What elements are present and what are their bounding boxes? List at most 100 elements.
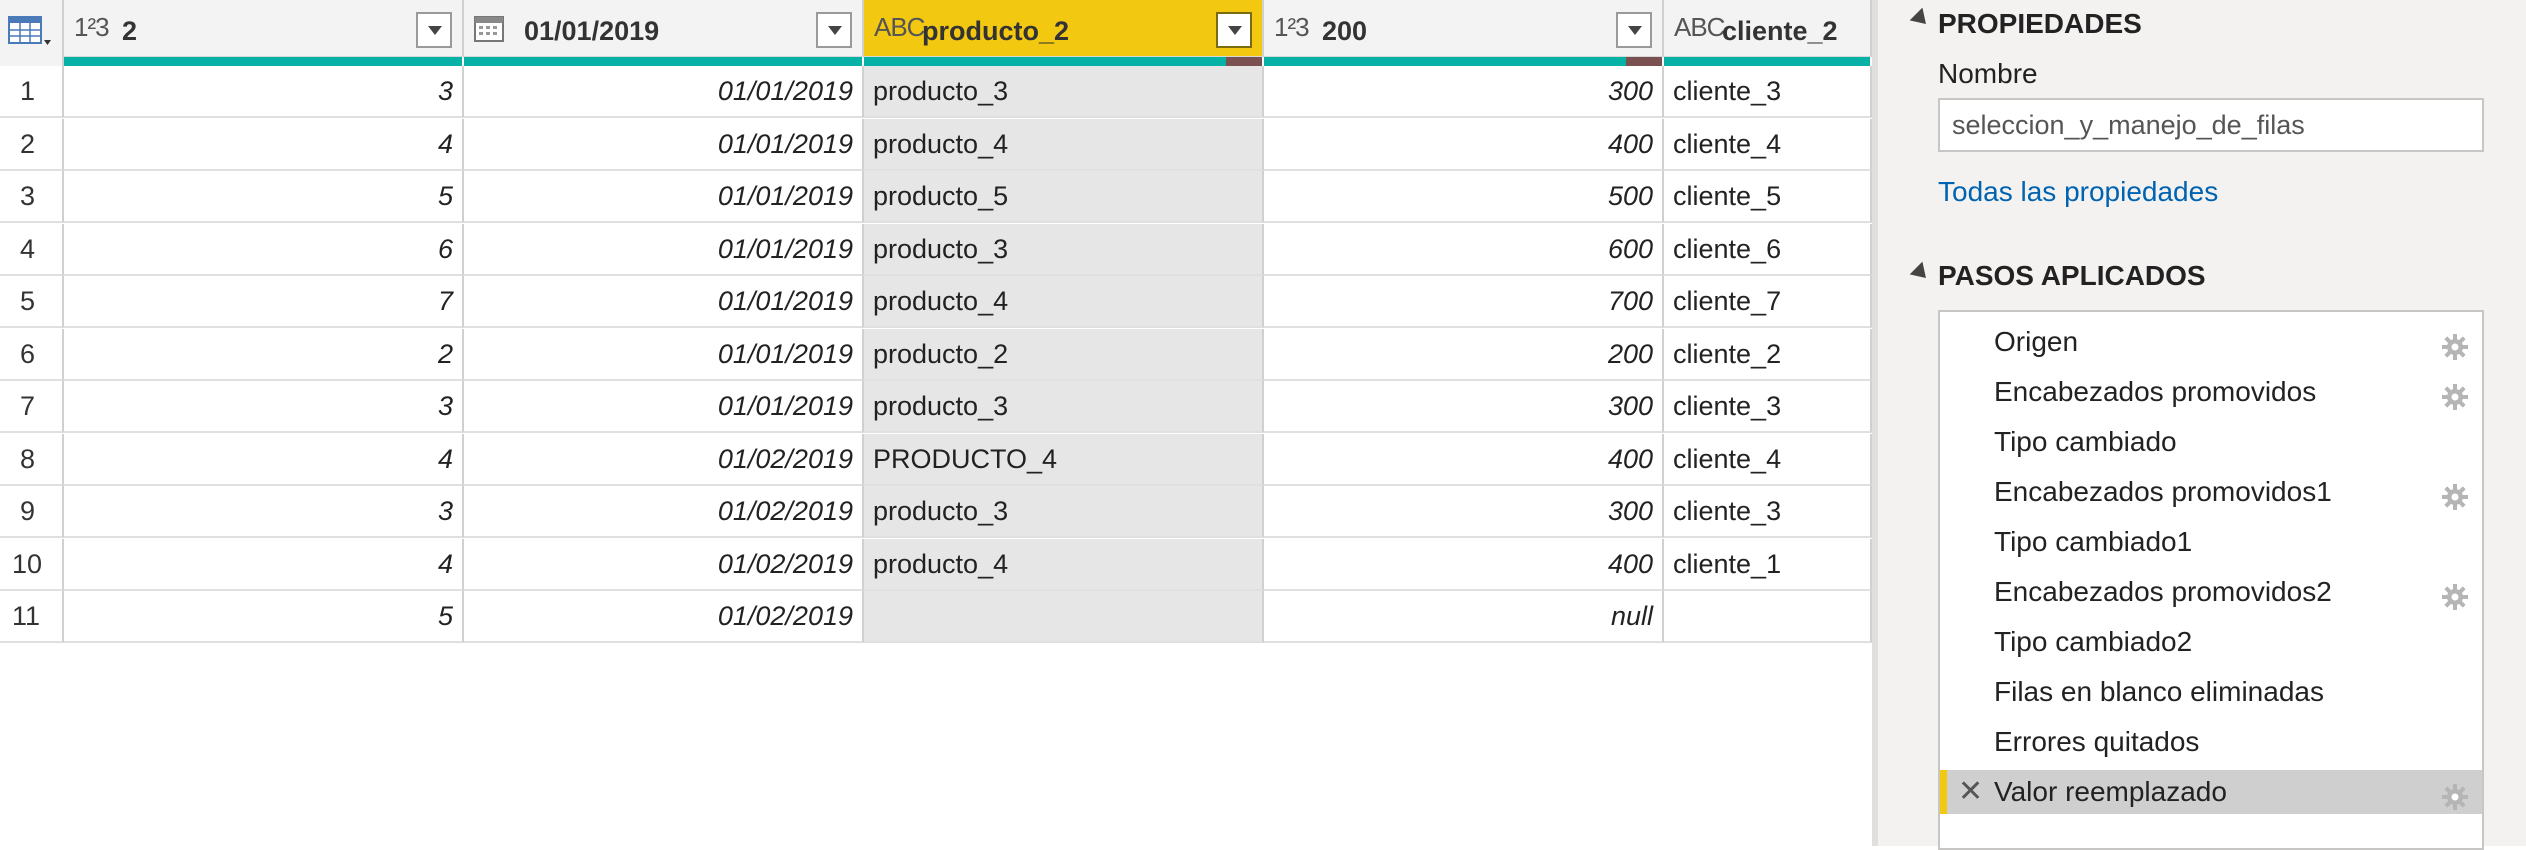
table-cell[interactable] (1664, 591, 1872, 643)
applied-step-item[interactable]: Encabezados promovidos (1940, 370, 2482, 414)
row-number[interactable]: 11 (0, 591, 64, 643)
table-cell[interactable]: 3 (64, 66, 464, 118)
row-number[interactable]: 4 (0, 223, 64, 276)
table-cell[interactable]: 500 (1264, 171, 1664, 223)
table-cell[interactable]: producto_5 (864, 171, 1264, 223)
table-cell[interactable]: 01/02/2019 (464, 433, 864, 486)
number-type-icon[interactable]: 1²3 (74, 12, 110, 43)
filter-dropdown-button[interactable] (816, 12, 852, 48)
table-cell[interactable]: producto_2 (864, 328, 1264, 381)
table-cell[interactable]: 4 (64, 538, 464, 591)
table-cell[interactable]: producto_4 (864, 118, 1264, 171)
table-cell[interactable]: 200 (1264, 328, 1664, 381)
table-cell[interactable]: 300 (1264, 66, 1664, 118)
table-cell[interactable]: 6 (64, 223, 464, 276)
row-number[interactable]: 10 (0, 538, 64, 591)
number-type-icon[interactable]: 1²3 (1274, 12, 1310, 43)
step-settings-gear-icon[interactable] (2442, 579, 2468, 610)
table-cell[interactable]: 5 (64, 171, 464, 223)
filter-dropdown-button[interactable] (1216, 12, 1252, 48)
applied-step-item[interactable]: Encabezados promovidos1 (1940, 470, 2482, 514)
row-number[interactable]: 2 (0, 118, 64, 171)
table-cell[interactable]: cliente_4 (1664, 118, 1872, 171)
table-cell[interactable]: producto_3 (864, 66, 1264, 118)
table-cell[interactable]: 01/01/2019 (464, 276, 864, 328)
step-settings-gear-icon[interactable] (2442, 479, 2468, 510)
table-cell[interactable]: 01/02/2019 (464, 591, 864, 643)
applied-step-item[interactable]: Tipo cambiado (1940, 420, 2482, 464)
applied-step-item[interactable]: Tipo cambiado2 (1940, 620, 2482, 664)
table-cell[interactable]: null (1264, 591, 1664, 643)
table-cell[interactable]: 7 (64, 276, 464, 328)
step-settings-gear-icon[interactable] (2442, 379, 2468, 410)
table-cell[interactable]: 400 (1264, 433, 1664, 486)
table-cell[interactable]: 01/02/2019 (464, 538, 864, 591)
all-properties-link[interactable]: Todas las propiedades (1938, 176, 2218, 208)
table-cell[interactable]: cliente_1 (1664, 538, 1872, 591)
applied-step-item[interactable]: ✕ Valor reemplazado (1940, 770, 2482, 814)
table-cell[interactable]: cliente_3 (1664, 486, 1872, 538)
table-cell[interactable]: PRODUCTO_4 (864, 433, 1264, 486)
text-type-icon[interactable]: ABC (1674, 12, 1725, 43)
calendar-icon[interactable] (474, 14, 504, 49)
table-cell[interactable]: 3 (64, 486, 464, 538)
step-settings-gear-icon[interactable] (2442, 329, 2468, 360)
table-cell[interactable]: 01/01/2019 (464, 328, 864, 381)
table-cell[interactable]: 01/01/2019 (464, 171, 864, 223)
table-cell[interactable]: 4 (64, 433, 464, 486)
table-cell[interactable]: 4 (64, 118, 464, 171)
row-number[interactable]: 3 (0, 171, 64, 223)
table-cell[interactable]: 01/01/2019 (464, 118, 864, 171)
collapse-steps-icon[interactable] (1909, 261, 1933, 285)
table-cell[interactable]: 01/02/2019 (464, 486, 864, 538)
filter-dropdown-button[interactable] (416, 12, 452, 48)
applied-step-item[interactable]: Errores quitados (1940, 720, 2482, 764)
table-cell[interactable]: 5 (64, 591, 464, 643)
table-menu-button[interactable] (0, 0, 64, 66)
table-cell[interactable]: cliente_5 (1664, 171, 1872, 223)
applied-step-item[interactable]: Encabezados promovidos2 (1940, 570, 2482, 614)
table-cell[interactable]: 01/01/2019 (464, 66, 864, 118)
filter-dropdown-button[interactable] (1616, 12, 1652, 48)
table-cell[interactable]: cliente_6 (1664, 223, 1872, 276)
row-number[interactable]: 9 (0, 486, 64, 538)
table-cell[interactable]: producto_3 (864, 223, 1264, 276)
row-number[interactable]: 5 (0, 276, 64, 328)
row-number[interactable]: 8 (0, 433, 64, 486)
table-cell[interactable]: cliente_4 (1664, 433, 1872, 486)
row-number[interactable]: 6 (0, 328, 64, 381)
row-number[interactable]: 1 (0, 66, 64, 118)
applied-step-item[interactable]: Tipo cambiado1 (1940, 520, 2482, 564)
table-cell[interactable]: 3 (64, 381, 464, 433)
table-cell[interactable]: 400 (1264, 118, 1664, 171)
query-name-input[interactable]: seleccion_y_manejo_de_filas (1938, 98, 2484, 152)
column-header-2[interactable]: ABC producto_2 (864, 0, 1264, 57)
text-type-icon[interactable]: ABC (874, 12, 925, 43)
row-number[interactable]: 7 (0, 381, 64, 433)
table-cell[interactable]: 01/01/2019 (464, 381, 864, 433)
table-cell[interactable]: cliente_3 (1664, 381, 1872, 433)
table-cell[interactable]: cliente_3 (1664, 66, 1872, 118)
table-cell[interactable]: 300 (1264, 381, 1664, 433)
applied-step-item[interactable]: Filas en blanco eliminadas (1940, 670, 2482, 714)
table-cell[interactable]: 400 (1264, 538, 1664, 591)
collapse-properties-icon[interactable] (1909, 7, 1933, 31)
table-cell[interactable]: producto_4 (864, 538, 1264, 591)
table-cell[interactable]: cliente_7 (1664, 276, 1872, 328)
table-cell[interactable] (864, 591, 1264, 643)
table-cell[interactable]: producto_4 (864, 276, 1264, 328)
column-header-3[interactable]: 1²3 200 (1264, 0, 1664, 57)
column-header-4[interactable]: ABC cliente_2 (1664, 0, 1872, 57)
applied-step-item[interactable]: Origen (1940, 320, 2482, 364)
table-cell[interactable]: 300 (1264, 486, 1664, 538)
column-header-1[interactable]: 01/01/2019 (464, 0, 864, 57)
table-cell[interactable]: producto_3 (864, 381, 1264, 433)
step-settings-gear-icon[interactable] (2442, 779, 2468, 810)
table-cell[interactable]: producto_3 (864, 486, 1264, 538)
table-cell[interactable]: cliente_2 (1664, 328, 1872, 381)
table-cell[interactable]: 2 (64, 328, 464, 381)
delete-step-icon[interactable]: ✕ (1958, 770, 1983, 814)
table-cell[interactable]: 700 (1264, 276, 1664, 328)
column-header-0[interactable]: 1²3 2 (64, 0, 464, 57)
table-cell[interactable]: 01/01/2019 (464, 223, 864, 276)
